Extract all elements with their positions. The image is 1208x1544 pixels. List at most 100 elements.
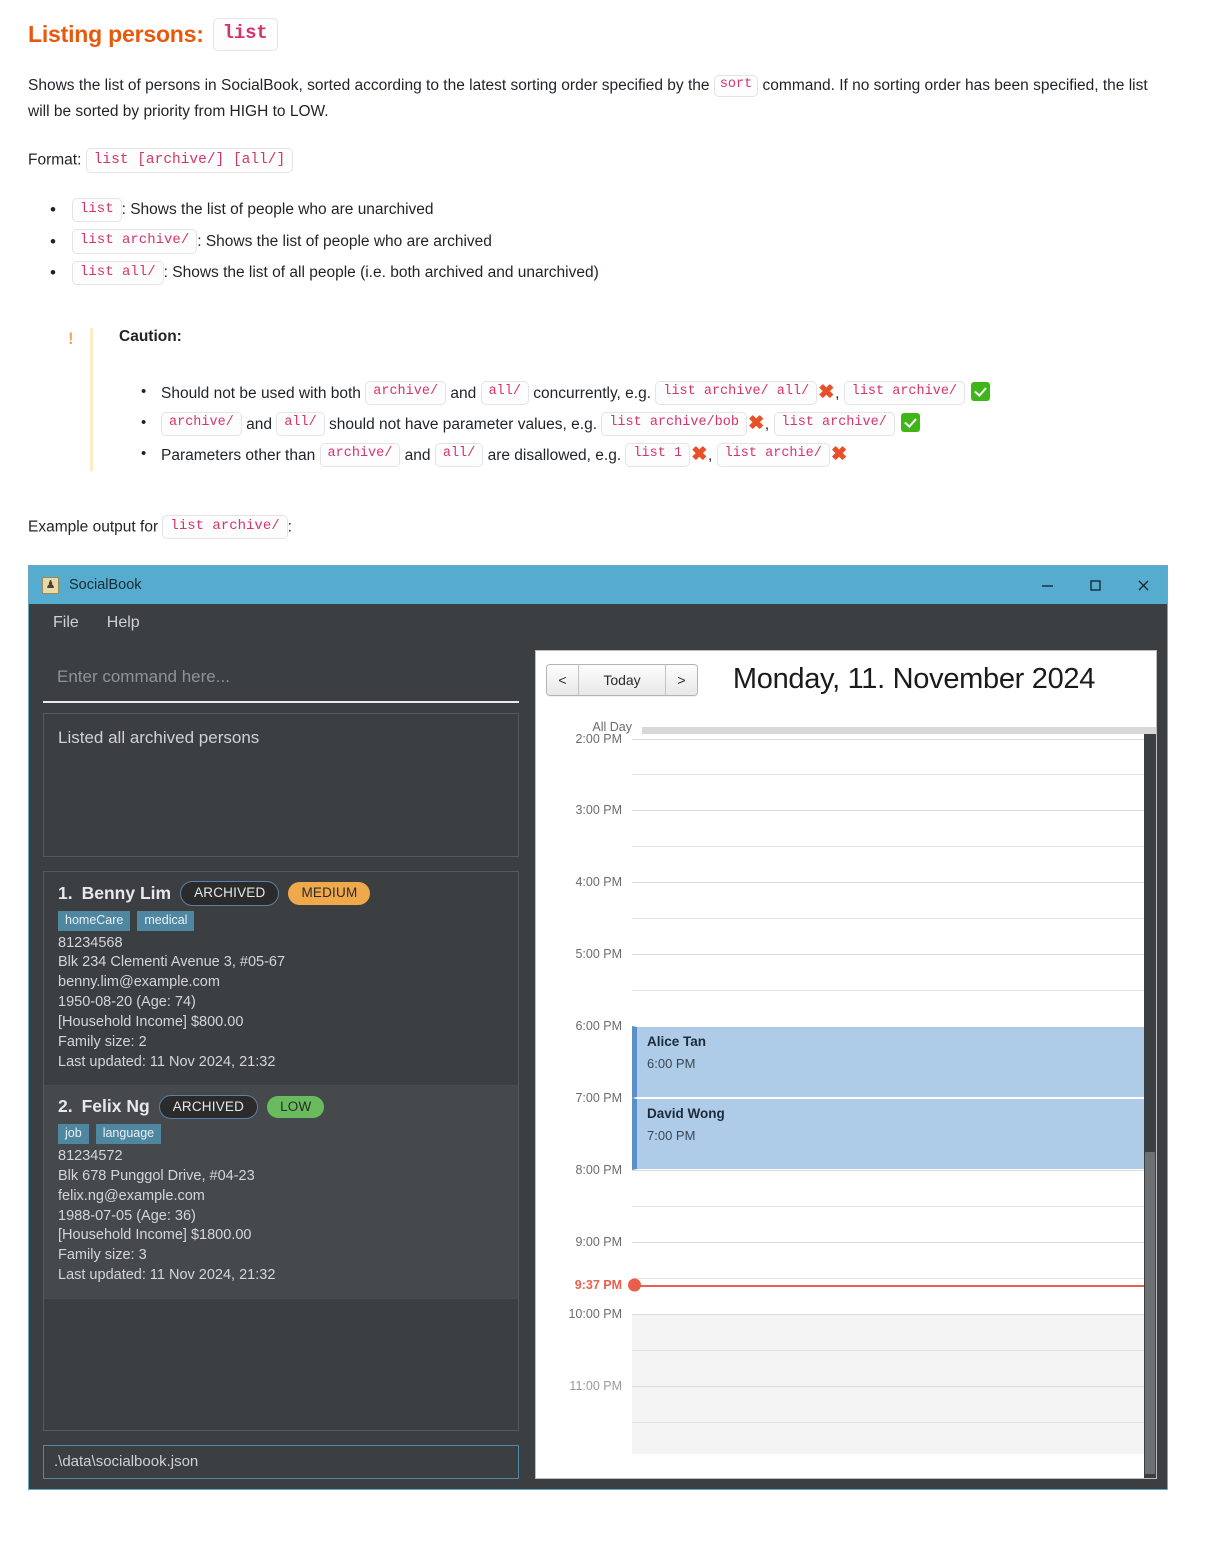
documentation-section: Listing persons: list Shows the list of p… (0, 0, 1208, 539)
person-address: Blk 678 Punggol Drive, #04-23 (58, 1167, 255, 1184)
example-output-line: Example output for list archive/: (28, 514, 1180, 539)
window-titlebar: ♟ SocialBook (29, 566, 1167, 604)
check-mark-icon (901, 412, 921, 432)
person-income: [Household Income] $1800.00 (58, 1227, 252, 1244)
person-header: 1. Benny Lim ARCHIVED MEDIUM (58, 881, 504, 906)
caution-accent-bar (90, 327, 93, 471)
minimize-icon[interactable] (1023, 566, 1071, 604)
menu-item-file[interactable]: File (53, 614, 79, 632)
calendar-date-title: Monday, 11. November 2024 (732, 663, 1096, 695)
status-badge: ARCHIVED (158, 1094, 259, 1120)
caution-body: Caution: Should not be used with both ar… (119, 328, 1180, 471)
list-item: list archive/: Shows the list of people … (50, 226, 1180, 259)
intro-paragraph: Shows the list of persons in SocialBook,… (28, 73, 1163, 126)
command-input-placeholder[interactable]: Enter command here... (57, 667, 505, 687)
caution-example-2: list archie/ (716, 443, 830, 468)
close-icon[interactable] (1119, 566, 1167, 604)
table-row[interactable]: 1. Benny Lim ARCHIVED MEDIUM homeCare me… (44, 872, 518, 1086)
calendar-slots[interactable]: Alice Tan 6:00 PM David Wong 7:00 PM (632, 734, 1156, 1478)
person-index: 1. (58, 882, 73, 903)
format-label: Format: (28, 151, 82, 169)
caution-pre: Parameters other than (161, 446, 316, 464)
caution-code-2: all/ (480, 381, 529, 406)
person-header: 2. Felix Ng ARCHIVED LOW (58, 1094, 504, 1120)
caution-mid: and (246, 415, 272, 433)
hour-label: 11:00 PM (569, 1379, 622, 1393)
hour-label: 7:00 PM (575, 1091, 622, 1105)
hour-label: 8:00 PM (575, 1163, 622, 1177)
check-mark-icon (971, 381, 991, 401)
format-code: list [archive/] [all/] (85, 148, 294, 174)
left-pane: Enter command here... Listed all archive… (39, 650, 523, 1479)
cross-mark-icon: ✖ (830, 443, 847, 465)
calendar-pane: < Today > Monday, 11. November 2024 All … (535, 650, 1157, 1479)
caution-list: Should not be used with both archive/ an… (119, 377, 1180, 471)
all-day-row: All Day (536, 704, 1156, 734)
intro-code-sort: sort (713, 74, 759, 97)
caution-separator: , (835, 384, 840, 402)
past-shade (632, 1314, 1144, 1454)
all-day-bar (642, 727, 1156, 734)
calendar-grid[interactable]: 2:00 PM 3:00 PM 4:00 PM 5:00 PM 6:00 PM … (536, 734, 1156, 1478)
today-button[interactable]: Today (579, 664, 666, 695)
caution-post: should not have parameter values, e.g. (329, 415, 598, 433)
page-title-text: Listing persons: (28, 20, 204, 47)
socialbook-app-window: ♟ SocialBook File Help Enter command her… (28, 565, 1168, 1490)
cross-mark-icon: ✖ (747, 412, 764, 434)
page-title: Listing persons: list (28, 18, 1180, 51)
person-birthday: 1988-07-05 (Age: 36) (58, 1207, 196, 1224)
maximize-icon[interactable] (1071, 566, 1119, 604)
person-birthday: 1950-08-20 (Age: 74) (58, 994, 196, 1011)
person-family-size: Family size: 2 (58, 1033, 147, 1050)
person-list-panel[interactable]: 1. Benny Lim ARCHIVED MEDIUM homeCare me… (43, 871, 519, 1431)
bullet-text: : Shows the list of all people (i.e. bot… (163, 264, 599, 282)
list-item: archive/ and all/ should not have parame… (141, 408, 1180, 440)
format-line: Format: list [archive/] [all/] (28, 148, 1180, 174)
current-time-marker-icon (628, 1278, 641, 1292)
caution-code-2: all/ (434, 443, 484, 468)
person-last-updated: Last updated: 11 Nov 2024, 21:32 (58, 1053, 276, 1070)
calendar-event[interactable]: David Wong 7:00 PM (632, 1098, 1144, 1170)
table-row[interactable]: 2. Felix Ng ARCHIVED LOW job language 81… (44, 1085, 518, 1300)
intro-text-1: Shows the list of persons in SocialBook,… (28, 76, 710, 94)
caution-post: concurrently, e.g. (533, 384, 652, 402)
person-phone: 81234568 (58, 934, 123, 951)
bullet-text: : Shows the list of people who are unarc… (121, 201, 434, 219)
status-badge: ARCHIVED (180, 881, 280, 906)
window-title: SocialBook (69, 577, 142, 593)
command-input-wrapper[interactable]: Enter command here... (43, 654, 519, 703)
calendar-event[interactable]: Alice Tan 6:00 PM (632, 1026, 1144, 1098)
calendar-scrollbar[interactable] (1144, 734, 1156, 1478)
scrollbar-thumb[interactable] (1145, 1152, 1155, 1474)
caution-pre: Should not be used with both (161, 384, 361, 402)
priority-badge: LOW (267, 1095, 325, 1119)
person-address: Blk 234 Clementi Avenue 3, #05-67 (58, 954, 286, 971)
tag: homeCare (58, 910, 131, 931)
example-code: list archive/ (162, 514, 288, 539)
hour-label: 10:00 PM (568, 1307, 622, 1321)
hour-label: 6:00 PM (575, 1019, 622, 1033)
list-item: Should not be used with both archive/ an… (141, 377, 1180, 409)
tag-list: homeCare medical (58, 910, 504, 931)
current-time-label: 9:37 PM (574, 1278, 622, 1292)
result-display-box: Listed all archived persons (43, 713, 519, 857)
example-label: Example output for (28, 517, 159, 535)
next-day-button[interactable]: > (666, 664, 697, 695)
person-name: Benny Lim (81, 882, 172, 903)
caution-code-1: archive/ (161, 412, 242, 437)
cross-mark-icon: ✖ (691, 443, 707, 465)
event-title: Alice Tan (647, 1034, 707, 1049)
caution-example-1: list archive/bob (601, 412, 747, 437)
caution-code-1: archive/ (319, 443, 401, 468)
event-time: 6:00 PM (647, 1056, 696, 1071)
person-index: 2. (58, 1096, 73, 1117)
caution-code-1: archive/ (365, 381, 447, 406)
bullet-code: list (72, 197, 122, 223)
menu-item-help[interactable]: Help (107, 614, 140, 632)
event-time: 7:00 PM (647, 1128, 696, 1143)
example-colon: : (287, 517, 292, 535)
calendar-nav-group: < Today > (546, 663, 698, 696)
previous-day-button[interactable]: < (547, 664, 579, 695)
person-family-size: Family size: 3 (58, 1247, 147, 1264)
caution-example-2: list archive/ (773, 412, 895, 437)
